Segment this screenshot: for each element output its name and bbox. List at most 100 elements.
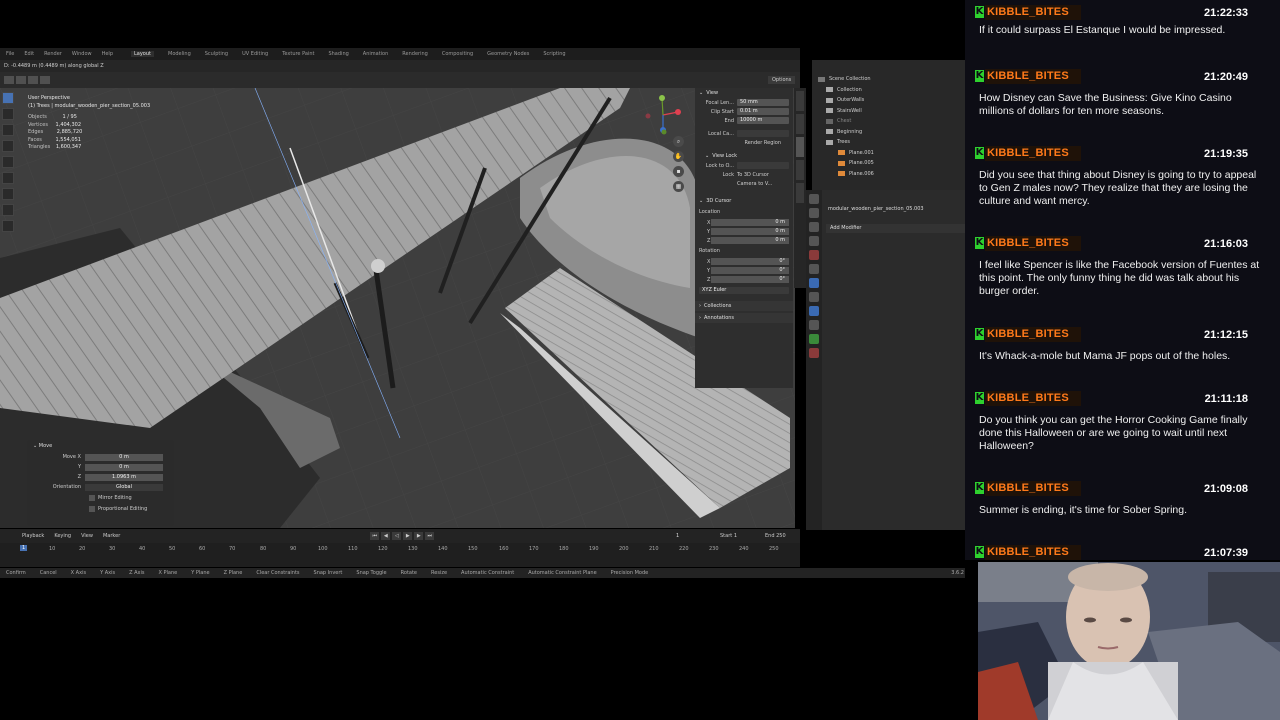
outliner-item[interactable]: Plane.005 bbox=[812, 158, 965, 169]
output-props-icon[interactable] bbox=[809, 222, 819, 232]
proportional-editing-checkbox[interactable]: Proportional Editing bbox=[27, 503, 174, 514]
object-props-icon[interactable] bbox=[809, 264, 819, 274]
tab-tool[interactable] bbox=[796, 114, 804, 134]
annotations-header[interactable]: › Annotations bbox=[695, 313, 793, 323]
camera-to-view-checkbox[interactable]: Camera to V... bbox=[737, 181, 772, 187]
focal-length-field[interactable]: 50 mm bbox=[737, 99, 789, 106]
end-frame-field[interactable]: End 250 bbox=[765, 533, 786, 539]
tab-scripting[interactable]: Scripting bbox=[543, 51, 565, 57]
menu-render[interactable]: Render bbox=[44, 51, 62, 57]
tab-create[interactable] bbox=[796, 183, 804, 203]
outliner-item[interactable]: Beginning bbox=[812, 127, 965, 138]
tab-rendering[interactable]: Rendering bbox=[402, 51, 428, 57]
timeline-playhead[interactable]: 1 bbox=[20, 545, 28, 551]
outliner-item[interactable]: Trees bbox=[812, 137, 965, 148]
transform-tool-icon[interactable] bbox=[2, 172, 14, 184]
outliner-item[interactable]: OuterWalls bbox=[812, 95, 965, 106]
add-cube-tool-icon[interactable] bbox=[2, 220, 14, 232]
cursor-tool-icon[interactable] bbox=[2, 108, 14, 120]
play-icon[interactable]: ▶ bbox=[403, 532, 413, 540]
tab-view[interactable] bbox=[796, 137, 804, 157]
editor-type-button[interactable] bbox=[4, 76, 14, 84]
data-props-icon[interactable] bbox=[809, 334, 819, 344]
scale-tool-icon[interactable] bbox=[2, 156, 14, 168]
cursor-rot-y-field[interactable]: 0° bbox=[711, 267, 789, 274]
timeline-ruler[interactable]: 1 10 20 30 40 50 60 70 80 90 100 110 120… bbox=[0, 543, 800, 567]
tab-layout[interactable]: Layout bbox=[131, 51, 154, 57]
menu-help[interactable]: Help bbox=[102, 51, 113, 57]
cursor-rot-z-field[interactable]: 0° bbox=[711, 276, 789, 283]
chat-username[interactable]: KIBBLE_BITES bbox=[985, 69, 1081, 84]
outliner-item[interactable]: Chest bbox=[812, 116, 965, 127]
tab-modeling[interactable]: Modeling bbox=[168, 51, 191, 57]
camera-icon[interactable]: ▪ bbox=[673, 166, 684, 177]
lock-to-3d-cursor-checkbox[interactable]: To 3D Cursor bbox=[737, 172, 769, 178]
move-y-field[interactable]: 0 m bbox=[85, 463, 163, 471]
tab-item[interactable] bbox=[796, 91, 804, 111]
mode-button[interactable] bbox=[16, 76, 26, 84]
timeline-keying-menu[interactable]: Keying bbox=[54, 533, 71, 539]
annotate-tool-icon[interactable] bbox=[2, 188, 14, 200]
particle-props-icon[interactable] bbox=[809, 292, 819, 302]
cursor-loc-z-field[interactable]: 0 m bbox=[711, 237, 789, 244]
prev-key-icon[interactable]: ◀ bbox=[381, 532, 391, 540]
move-tool-icon[interactable] bbox=[2, 124, 14, 136]
tab-animation[interactable]: Animation bbox=[363, 51, 389, 57]
axis-gizmo-icon[interactable] bbox=[640, 92, 686, 138]
orientation-select[interactable]: Global bbox=[85, 483, 163, 491]
chat-username[interactable]: KIBBLE_BITES bbox=[985, 5, 1081, 20]
material-props-icon[interactable] bbox=[809, 348, 819, 358]
rotate-tool-icon[interactable] bbox=[2, 140, 14, 152]
tab-compositing[interactable]: Compositing bbox=[442, 51, 473, 57]
outliner-item[interactable]: Plane.006 bbox=[812, 169, 965, 180]
tab-shading[interactable]: Shading bbox=[328, 51, 348, 57]
outliner-item[interactable]: StairsWell bbox=[812, 106, 965, 117]
current-frame-field[interactable]: 1 bbox=[676, 533, 679, 539]
constraint-props-icon[interactable] bbox=[809, 320, 819, 330]
view-section-header[interactable]: ⌄ View bbox=[695, 88, 793, 98]
add-modifier-button[interactable]: Add Modifier bbox=[826, 224, 965, 233]
tab-sculpting[interactable]: Sculpting bbox=[205, 51, 228, 57]
tab-edit[interactable] bbox=[796, 160, 804, 180]
cursor-loc-x-field[interactable]: 0 m bbox=[711, 219, 789, 226]
clip-end-field[interactable]: 10000 m bbox=[737, 117, 789, 124]
chat-username[interactable]: KIBBLE_BITES bbox=[985, 545, 1081, 560]
chat-username[interactable]: KIBBLE_BITES bbox=[985, 391, 1081, 406]
cursor-loc-y-field[interactable]: 0 m bbox=[711, 228, 789, 235]
operator-title[interactable]: ⌄ Move bbox=[27, 440, 174, 452]
jump-start-icon[interactable]: ⏮ bbox=[370, 532, 380, 540]
move-z-field[interactable]: 1.0963 m bbox=[85, 473, 163, 481]
measure-tool-icon[interactable] bbox=[2, 204, 14, 216]
local-camera-field[interactable] bbox=[737, 130, 789, 137]
menu-window[interactable]: Window bbox=[72, 51, 92, 57]
timeline-marker-menu[interactable]: Marker bbox=[103, 533, 120, 539]
move-x-field[interactable]: 0 m bbox=[85, 453, 163, 461]
grid-view-icon[interactable]: ▦ bbox=[673, 181, 684, 192]
tab-texture-paint[interactable]: Texture Paint bbox=[282, 51, 314, 57]
chat-username[interactable]: KIBBLE_BITES bbox=[985, 236, 1081, 251]
scene-props-icon[interactable] bbox=[809, 236, 819, 246]
collections-header[interactable]: › Collections bbox=[695, 301, 793, 311]
timeline-view-menu[interactable]: View bbox=[81, 533, 93, 539]
rotation-mode-select[interactable]: XYZ Euler bbox=[699, 287, 789, 294]
play-reverse-icon[interactable]: ◁ bbox=[392, 532, 402, 540]
physics-props-icon[interactable] bbox=[809, 306, 819, 316]
menu-file[interactable]: File bbox=[6, 51, 14, 57]
start-frame-field[interactable]: Start 1 bbox=[720, 533, 737, 539]
render-region-checkbox[interactable]: Render Region bbox=[737, 140, 789, 146]
chat-username[interactable]: KIBBLE_BITES bbox=[985, 146, 1081, 161]
view-button[interactable] bbox=[28, 76, 38, 84]
select-tool-icon[interactable] bbox=[2, 92, 14, 104]
view-lock-header[interactable]: ⌄ View Lock bbox=[695, 151, 793, 161]
modifier-props-icon[interactable] bbox=[809, 278, 819, 288]
clip-start-field[interactable]: 0.01 m bbox=[737, 108, 789, 115]
outliner-scene-collection[interactable]: Scene Collection bbox=[812, 74, 965, 85]
tab-uv-editing[interactable]: UV Editing bbox=[242, 51, 268, 57]
tool-props-icon[interactable] bbox=[809, 194, 819, 204]
render-props-icon[interactable] bbox=[809, 208, 819, 218]
jump-end-icon[interactable]: ⏭ bbox=[425, 532, 435, 540]
options-button[interactable]: Options bbox=[768, 76, 796, 84]
cursor-rot-x-field[interactable]: 0° bbox=[711, 258, 789, 265]
chat-username[interactable]: KIBBLE_BITES bbox=[985, 327, 1081, 342]
tab-geometry-nodes[interactable]: Geometry Nodes bbox=[487, 51, 529, 57]
